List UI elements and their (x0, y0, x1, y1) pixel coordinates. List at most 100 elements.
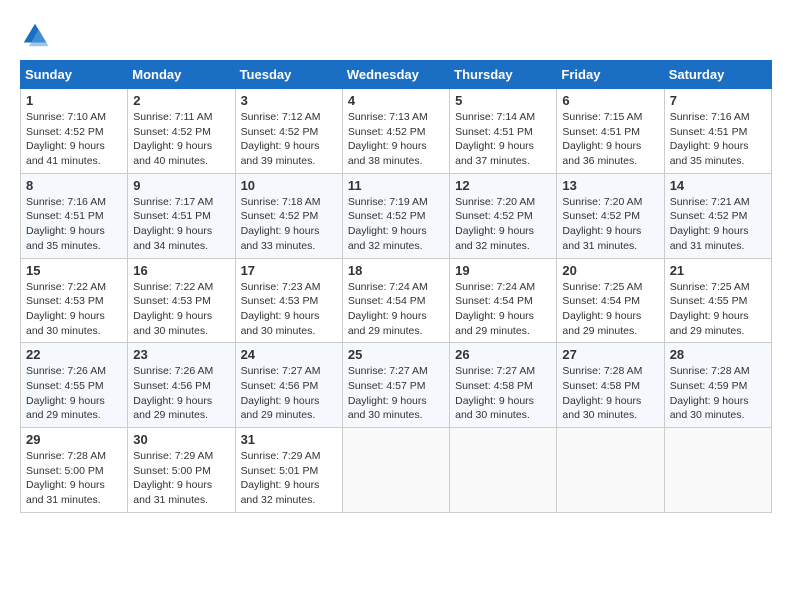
day-number: 11 (348, 178, 444, 193)
day-info: Sunrise: 7:28 AMSunset: 5:00 PMDaylight:… (26, 449, 122, 508)
day-number: 3 (241, 93, 337, 108)
calendar-day-cell: 27Sunrise: 7:28 AMSunset: 4:58 PMDayligh… (557, 343, 664, 428)
day-info: Sunrise: 7:16 AMSunset: 4:51 PMDaylight:… (670, 110, 766, 169)
day-info: Sunrise: 7:11 AMSunset: 4:52 PMDaylight:… (133, 110, 229, 169)
calendar-day-cell: 25 Sunrise: 7:27 AMSunset: 4:57 PMDayligh… (342, 343, 449, 428)
calendar-week-row: 22 Sunrise: 7:26 AMSunset: 4:55 PMDayligh… (21, 343, 772, 428)
day-info: Sunrise: 7:25 AMSunset: 4:55 PMDaylight:… (670, 280, 766, 339)
day-number: 24 (241, 347, 337, 362)
calendar-day-cell: 19 Sunrise: 7:24 AMSunset: 4:54 PMDayligh… (450, 258, 557, 343)
day-number: 2 (133, 93, 229, 108)
weekday-header-cell: Friday (557, 61, 664, 89)
day-number: 20 (562, 263, 658, 278)
day-number: 6 (562, 93, 658, 108)
calendar-day-cell: 4Sunrise: 7:13 AMSunset: 4:52 PMDaylight… (342, 89, 449, 174)
weekday-header-cell: Monday (128, 61, 235, 89)
calendar-day-cell: 28 Sunrise: 7:28 AMSunset: 4:59 PMDayligh… (664, 343, 771, 428)
day-number: 4 (348, 93, 444, 108)
day-number: 30 (133, 432, 229, 447)
calendar-day-cell: 6 Sunrise: 7:15 AMSunset: 4:51 PMDaylight… (557, 89, 664, 174)
day-number: 18 (348, 263, 444, 278)
day-info: Sunrise: 7:21 AMSunset: 4:52 PMDaylight:… (670, 195, 766, 254)
day-number: 26 (455, 347, 551, 362)
calendar-day-cell: 31 Sunrise: 7:29 AMSunset: 5:01 PMDayligh… (235, 428, 342, 513)
day-info: Sunrise: 7:23 AMSunset: 4:53 PMDaylight:… (241, 280, 337, 339)
day-number: 8 (26, 178, 122, 193)
page-header (20, 20, 772, 50)
calendar-day-cell: 7 Sunrise: 7:16 AMSunset: 4:51 PMDaylight… (664, 89, 771, 174)
calendar-day-cell: 3 Sunrise: 7:12 AMSunset: 4:52 PMDaylight… (235, 89, 342, 174)
calendar-day-cell (342, 428, 449, 513)
calendar-table: SundayMondayTuesdayWednesdayThursdayFrid… (20, 60, 772, 513)
day-number: 12 (455, 178, 551, 193)
day-info: Sunrise: 7:27 AMSunset: 4:57 PMDaylight:… (348, 364, 444, 423)
day-info: Sunrise: 7:28 AMSunset: 4:59 PMDaylight:… (670, 364, 766, 423)
calendar-day-cell: 24 Sunrise: 7:27 AMSunset: 4:56 PMDayligh… (235, 343, 342, 428)
day-info: Sunrise: 7:22 AMSunset: 4:53 PMDaylight:… (133, 280, 229, 339)
day-info: Sunrise: 7:28 AMSunset: 4:58 PMDaylight:… (562, 364, 658, 423)
day-info: Sunrise: 7:27 AMSunset: 4:56 PMDaylight:… (241, 364, 337, 423)
calendar-day-cell: 1 Sunrise: 7:10 AMSunset: 4:52 PMDaylight… (21, 89, 128, 174)
day-info: Sunrise: 7:15 AMSunset: 4:51 PMDaylight:… (562, 110, 658, 169)
calendar-week-row: 8 Sunrise: 7:16 AMSunset: 4:51 PMDaylight… (21, 173, 772, 258)
day-number: 15 (26, 263, 122, 278)
calendar-day-cell: 29Sunrise: 7:28 AMSunset: 5:00 PMDayligh… (21, 428, 128, 513)
calendar-day-cell: 12 Sunrise: 7:20 AMSunset: 4:52 PMDayligh… (450, 173, 557, 258)
day-number: 1 (26, 93, 122, 108)
day-info: Sunrise: 7:24 AMSunset: 4:54 PMDaylight:… (455, 280, 551, 339)
calendar-day-cell: 15 Sunrise: 7:22 AMSunset: 4:53 PMDayligh… (21, 258, 128, 343)
day-number: 21 (670, 263, 766, 278)
day-number: 10 (241, 178, 337, 193)
day-number: 16 (133, 263, 229, 278)
calendar-day-cell: 5Sunrise: 7:14 AMSunset: 4:51 PMDaylight… (450, 89, 557, 174)
calendar-day-cell: 10 Sunrise: 7:18 AMSunset: 4:52 PMDayligh… (235, 173, 342, 258)
day-info: Sunrise: 7:19 AMSunset: 4:52 PMDaylight:… (348, 195, 444, 254)
day-number: 5 (455, 93, 551, 108)
day-info: Sunrise: 7:20 AMSunset: 4:52 PMDaylight:… (455, 195, 551, 254)
day-number: 19 (455, 263, 551, 278)
calendar-day-cell: 11 Sunrise: 7:19 AMSunset: 4:52 PMDayligh… (342, 173, 449, 258)
calendar-day-cell: 9 Sunrise: 7:17 AMSunset: 4:51 PMDaylight… (128, 173, 235, 258)
day-number: 23 (133, 347, 229, 362)
day-info: Sunrise: 7:25 AMSunset: 4:54 PMDaylight:… (562, 280, 658, 339)
calendar-day-cell (450, 428, 557, 513)
day-info: Sunrise: 7:27 AMSunset: 4:58 PMDaylight:… (455, 364, 551, 423)
day-info: Sunrise: 7:24 AMSunset: 4:54 PMDaylight:… (348, 280, 444, 339)
day-info: Sunrise: 7:12 AMSunset: 4:52 PMDaylight:… (241, 110, 337, 169)
calendar-day-cell: 17Sunrise: 7:23 AMSunset: 4:53 PMDayligh… (235, 258, 342, 343)
day-number: 13 (562, 178, 658, 193)
calendar-day-cell: 30 Sunrise: 7:29 AMSunset: 5:00 PMDayligh… (128, 428, 235, 513)
day-info: Sunrise: 7:22 AMSunset: 4:53 PMDaylight:… (26, 280, 122, 339)
calendar-day-cell: 8 Sunrise: 7:16 AMSunset: 4:51 PMDaylight… (21, 173, 128, 258)
calendar-day-cell: 23 Sunrise: 7:26 AMSunset: 4:56 PMDayligh… (128, 343, 235, 428)
day-info: Sunrise: 7:26 AMSunset: 4:56 PMDaylight:… (133, 364, 229, 423)
calendar-day-cell: 2 Sunrise: 7:11 AMSunset: 4:52 PMDaylight… (128, 89, 235, 174)
day-info: Sunrise: 7:17 AMSunset: 4:51 PMDaylight:… (133, 195, 229, 254)
logo-icon (20, 20, 50, 50)
calendar-day-cell: 18 Sunrise: 7:24 AMSunset: 4:54 PMDayligh… (342, 258, 449, 343)
day-number: 9 (133, 178, 229, 193)
day-number: 28 (670, 347, 766, 362)
weekday-header-cell: Sunday (21, 61, 128, 89)
calendar-day-cell: 22 Sunrise: 7:26 AMSunset: 4:55 PMDayligh… (21, 343, 128, 428)
weekday-header-row: SundayMondayTuesdayWednesdayThursdayFrid… (21, 61, 772, 89)
day-info: Sunrise: 7:18 AMSunset: 4:52 PMDaylight:… (241, 195, 337, 254)
day-number: 7 (670, 93, 766, 108)
day-number: 31 (241, 432, 337, 447)
day-number: 22 (26, 347, 122, 362)
day-info: Sunrise: 7:16 AMSunset: 4:51 PMDaylight:… (26, 195, 122, 254)
calendar-week-row: 29Sunrise: 7:28 AMSunset: 5:00 PMDayligh… (21, 428, 772, 513)
weekday-header-cell: Thursday (450, 61, 557, 89)
day-number: 25 (348, 347, 444, 362)
day-info: Sunrise: 7:29 AMSunset: 5:00 PMDaylight:… (133, 449, 229, 508)
calendar-day-cell (664, 428, 771, 513)
day-info: Sunrise: 7:29 AMSunset: 5:01 PMDaylight:… (241, 449, 337, 508)
day-number: 14 (670, 178, 766, 193)
calendar-week-row: 1 Sunrise: 7:10 AMSunset: 4:52 PMDaylight… (21, 89, 772, 174)
calendar-day-cell: 21 Sunrise: 7:25 AMSunset: 4:55 PMDayligh… (664, 258, 771, 343)
weekday-header-cell: Tuesday (235, 61, 342, 89)
day-info: Sunrise: 7:20 AMSunset: 4:52 PMDaylight:… (562, 195, 658, 254)
day-info: Sunrise: 7:10 AMSunset: 4:52 PMDaylight:… (26, 110, 122, 169)
day-info: Sunrise: 7:26 AMSunset: 4:55 PMDaylight:… (26, 364, 122, 423)
calendar-day-cell (557, 428, 664, 513)
